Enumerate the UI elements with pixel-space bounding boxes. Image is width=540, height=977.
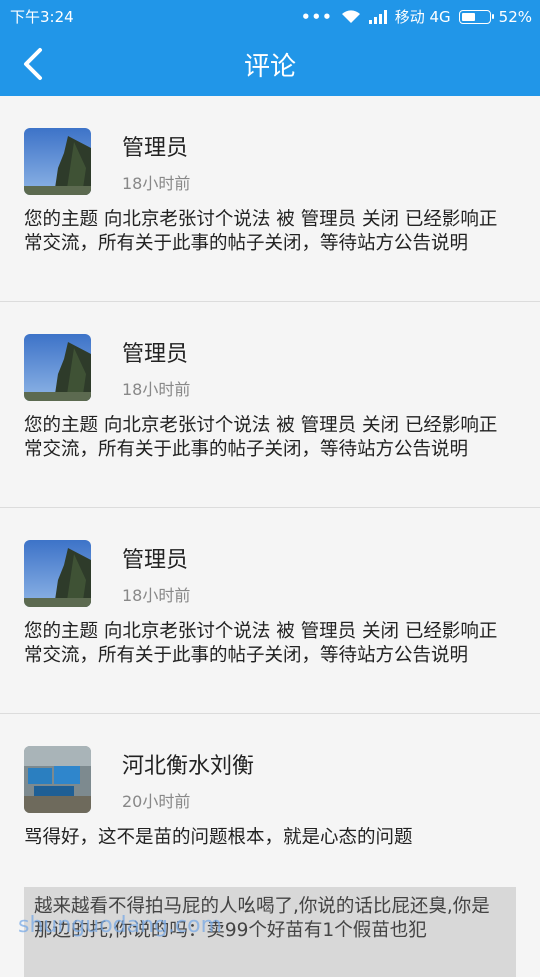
comment-time: 18小时前: [122, 174, 191, 193]
comment-item[interactable]: 管理员 18小时前 您的主题 向北京老张讨个说法 被 管理员 关闭 已经影响正常…: [0, 508, 540, 714]
comment-text: 您的主题 向北京老张讨个说法 被 管理员 关闭 已经影响正常交流，所有关于此事的…: [24, 415, 498, 460]
wifi-icon: [341, 9, 360, 23]
comment-time: 18小时前: [122, 380, 191, 399]
comment-text: 骂得好，这不是苗的问题根本，就是心态的问题: [24, 827, 413, 848]
avatar[interactable]: [24, 334, 91, 401]
comment-item[interactable]: 管理员 18小时前 您的主题 向北京老张讨个说法 被 管理员 关闭 已经影响正常…: [0, 302, 540, 508]
carrier-label: 移动 4G: [394, 8, 451, 26]
comment-author: 管理员: [122, 548, 189, 573]
signal-icon: [368, 9, 387, 24]
comment-time: 20小时前: [122, 792, 191, 811]
comment-author: 管理员: [122, 342, 189, 367]
comment-time: 18小时前: [122, 586, 191, 605]
comment-item[interactable]: 管理员 18小时前 您的主题 向北京老张讨个说法 被 管理员 关闭 已经影响正常…: [0, 96, 540, 302]
comment-author: 河北衡水刘衡: [122, 754, 255, 779]
page-title: 评论: [243, 52, 296, 82]
more-dots-icon: •••: [300, 7, 333, 26]
comment-text: 您的主题 向北京老张讨个说法 被 管理员 关闭 已经影响正常交流，所有关于此事的…: [24, 621, 498, 666]
comment-item[interactable]: 河北衡水刘衡 20小时前 骂得好，这不是苗的问题根本，就是心态的问题: [0, 714, 540, 894]
watermark: shunguodang.com: [18, 913, 222, 938]
app-header: 评论: [0, 32, 540, 96]
status-time: 下午3:24: [10, 8, 74, 26]
comment-author: 管理员: [122, 136, 189, 161]
battery-icon: [458, 9, 494, 24]
battery-percent: 52%: [498, 7, 532, 26]
comment-list: 管理员 18小时前 您的主题 向北京老张讨个说法 被 管理员 关闭 已经影响正常…: [0, 96, 540, 894]
comment-text: 您的主题 向北京老张讨个说法 被 管理员 关闭 已经影响正常交流，所有关于此事的…: [24, 209, 498, 254]
avatar[interactable]: [24, 540, 91, 607]
status-bar: 下午3:24 ••• 移动 4G 52%: [0, 0, 540, 32]
avatar[interactable]: [24, 746, 91, 813]
avatar[interactable]: [24, 128, 91, 195]
